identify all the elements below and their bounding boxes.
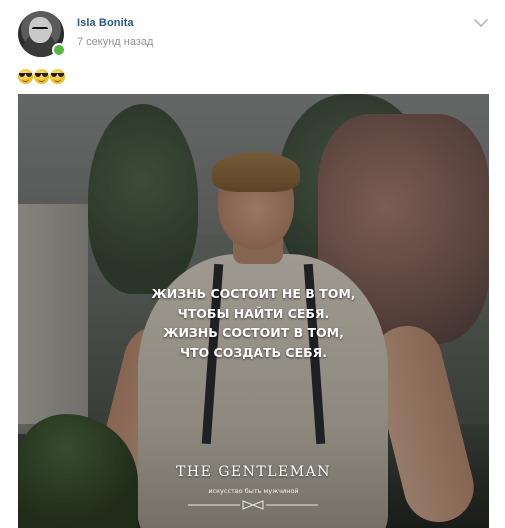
post-timestamp[interactable]: 7 секунд назад xyxy=(77,36,153,48)
post-header: Isla Bonita 7 секунд назад xyxy=(0,0,505,64)
online-indicator xyxy=(52,43,66,57)
author-name[interactable]: Isla Bonita xyxy=(77,17,134,29)
brand-logo-text: The Gentleman xyxy=(176,464,331,480)
bowtie-ornament-icon xyxy=(188,498,318,510)
sunglasses-emoji-icon xyxy=(34,69,49,84)
brand-tagline: искусство быть мужчиной xyxy=(208,487,299,495)
quote-line: ЧТО СОЗДАТЬ СЕБЯ. xyxy=(179,344,328,360)
quote-text: ЖИЗНЬ СОСТОИТ НЕ В ТОМ, ЧТОБЫ НАЙТИ СЕБЯ… xyxy=(18,284,489,362)
sunglasses-emoji-icon xyxy=(18,69,33,84)
sunglasses-emoji-icon xyxy=(50,69,65,84)
quote-line: ЧТОБЫ НАЙТИ СЕБЯ. xyxy=(177,305,330,321)
post-text-emojis xyxy=(18,69,65,85)
chevron-down-icon[interactable] xyxy=(472,16,490,30)
quote-line: ЖИЗНЬ СОСТОИТ В ТОМ, xyxy=(163,325,344,340)
quote-line: ЖИЗНЬ СОСТОИТ НЕ В ТОМ, xyxy=(151,286,356,301)
post-image[interactable]: ЖИЗНЬ СОСТОИТ НЕ В ТОМ, ЧТОБЫ НАЙТИ СЕБЯ… xyxy=(18,94,489,528)
